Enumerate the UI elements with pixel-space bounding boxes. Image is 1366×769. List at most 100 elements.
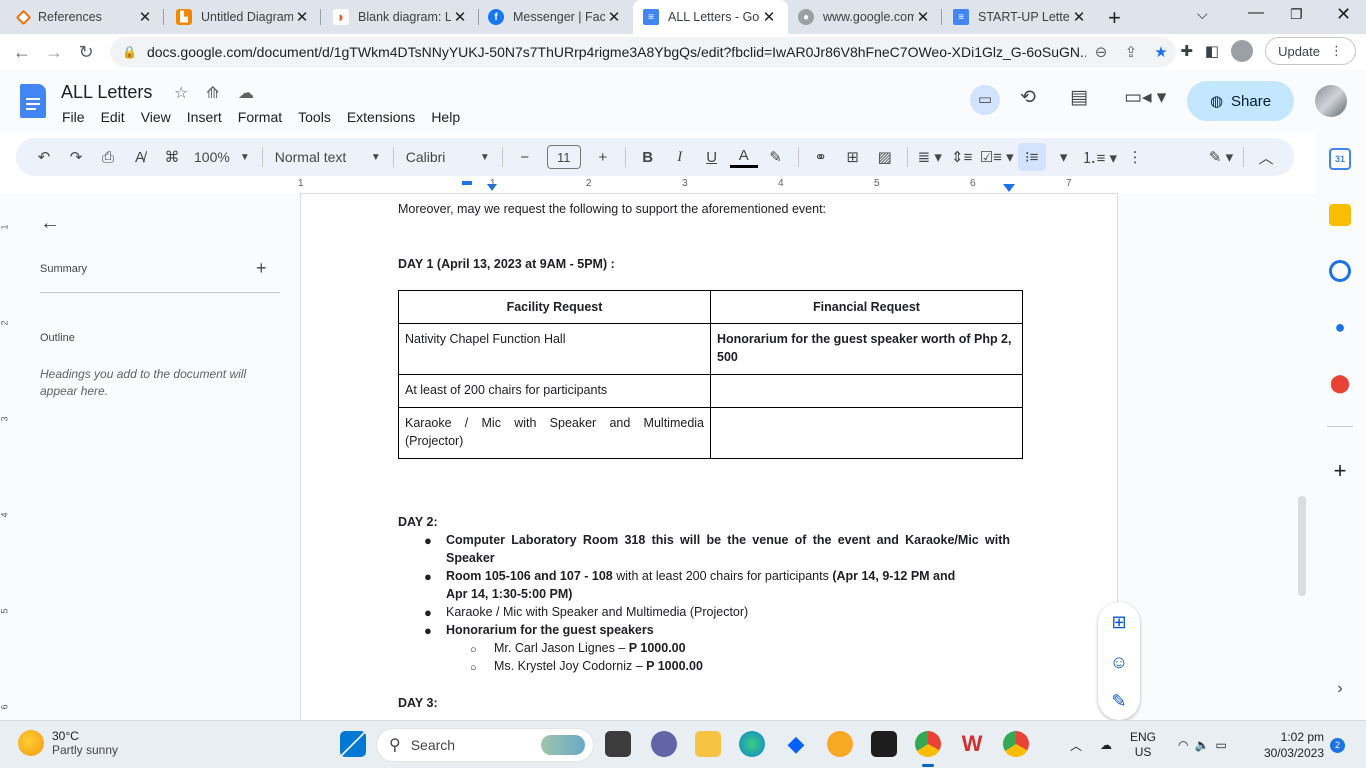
extensions-puzzle-icon[interactable]: ✚ — [1180, 42, 1193, 60]
menu-help[interactable]: Help — [431, 109, 460, 125]
notification-badge[interactable]: 2 — [1330, 738, 1345, 753]
tab-blank-diagram[interactable]: ◗ Blank diagram: Lu ✕ — [323, 0, 479, 34]
undo-icon[interactable]: ↶ — [30, 143, 58, 171]
comments-icon[interactable]: ▤ — [1070, 86, 1088, 109]
decrease-font-icon[interactable]: − — [511, 143, 539, 171]
insert-image-icon[interactable]: ▨ — [871, 143, 899, 171]
font-size-input[interactable]: 11 — [546, 145, 581, 169]
suggest-edits-icon[interactable]: ✎ — [1107, 691, 1131, 715]
bookmark-star-icon[interactable]: ★ — [1146, 43, 1176, 61]
emoji-reaction-icon[interactable]: ☺ — [1107, 652, 1131, 676]
close-icon[interactable]: ✕ — [293, 8, 311, 26]
weather-widget[interactable]: 30°C Partly sunny — [18, 729, 118, 757]
table-header-facility[interactable]: Facility Request — [398, 290, 711, 324]
show-side-panel-chevron-icon[interactable]: › — [1329, 680, 1351, 702]
volume-icon[interactable]: 🔈 — [1195, 738, 1210, 752]
bold-icon[interactable]: B — [634, 143, 662, 171]
add-comment-icon[interactable]: ⊞ — [839, 143, 867, 171]
italic-icon[interactable]: I — [666, 143, 694, 171]
menu-format[interactable]: Format — [238, 109, 282, 125]
meet-video-icon[interactable]: ▭◂ ▾ — [1124, 86, 1166, 109]
profile-avatar[interactable] — [1231, 40, 1254, 62]
zoom-select[interactable]: 100% ▼ — [188, 143, 256, 171]
calendar-icon[interactable]: 31 — [1329, 148, 1351, 170]
onedrive-cloud-icon[interactable]: ☁ — [1100, 738, 1112, 752]
language-indicator[interactable]: ENG US — [1130, 730, 1156, 760]
wifi-icon[interactable]: ◠ — [1178, 738, 1188, 752]
wps-office-icon[interactable]: W — [959, 731, 985, 757]
keep-icon[interactable] — [1329, 204, 1351, 226]
show-hidden-icons-chevron-icon[interactable]: ︿ — [1070, 737, 1082, 754]
restore-icon[interactable]: ❐ — [1290, 6, 1303, 23]
table-header-financial[interactable]: Financial Request — [710, 290, 1023, 324]
file-explorer-icon[interactable] — [695, 731, 721, 757]
docs-logo-icon[interactable] — [20, 84, 46, 118]
close-outline-arrow-icon[interactable]: ← — [40, 212, 60, 235]
windows-start-icon[interactable] — [340, 731, 366, 757]
back-icon[interactable]: ← — [6, 36, 38, 68]
close-icon[interactable]: ✕ — [451, 8, 469, 26]
minimize-icon[interactable]: — — [1248, 4, 1264, 22]
taskbar-search[interactable]: ⚲ Search — [376, 728, 594, 762]
window-close-icon[interactable]: ✕ — [1336, 4, 1351, 25]
chrome-icon[interactable] — [915, 731, 941, 757]
editing-mode-icon[interactable]: ✎ ▾ — [1207, 143, 1235, 171]
new-tab-plus-icon[interactable]: + — [1108, 5, 1121, 31]
document-title[interactable]: ALL Letters — [61, 82, 152, 103]
edge-icon[interactable] — [739, 731, 765, 757]
tasks-icon[interactable] — [1329, 260, 1351, 282]
table-cell[interactable]: Karaoke / Mic with Speaker and Multimedi… — [398, 407, 711, 459]
share-page-icon[interactable]: ⇪ — [1116, 43, 1146, 61]
table-cell[interactable] — [710, 374, 1023, 408]
chrome-profile-icon[interactable] — [1003, 731, 1029, 757]
close-icon[interactable]: ✕ — [1070, 8, 1088, 26]
table-cell[interactable]: Nativity Chapel Function Hall — [398, 323, 711, 375]
close-icon[interactable]: ✕ — [760, 8, 778, 26]
line-spacing-icon[interactable]: ⇕≡ — [948, 143, 976, 171]
version-history-icon[interactable]: ⟲ — [1020, 86, 1036, 109]
reload-icon[interactable]: ↻ — [70, 36, 102, 68]
sticky-app-icon[interactable] — [871, 731, 897, 757]
align-justify-icon[interactable]: ≣ ▾ — [916, 143, 944, 171]
sub-list-item[interactable]: Ms. Krystel Joy Codorniz – P 1000.00 — [494, 659, 703, 673]
account-avatar[interactable] — [1315, 85, 1347, 117]
first-line-indent-marker[interactable] — [462, 181, 472, 185]
get-addons-plus-icon[interactable]: + — [1329, 460, 1351, 482]
spellcheck-icon[interactable]: A̸ — [126, 143, 154, 171]
table-cell[interactable] — [710, 407, 1023, 459]
dropbox-icon[interactable]: ◆ — [783, 731, 809, 757]
horizontal-ruler[interactable]: 1 1 2 3 4 5 6 7 — [298, 178, 1118, 194]
move-to-folder-icon[interactable]: ⟰ — [206, 83, 219, 103]
vertical-scrollbar[interactable] — [1298, 496, 1306, 596]
bulleted-list-icon[interactable]: ⁝≡ — [1017, 143, 1046, 171]
numbered-list-icon[interactable]: ⒈≡ ▾ — [1082, 143, 1117, 171]
url-text[interactable]: docs.google.com/document/d/1gTWkm4DTsNNy… — [147, 44, 1086, 60]
norton-icon[interactable] — [827, 731, 853, 757]
menu-view[interactable]: View — [141, 109, 171, 125]
teams-chat-icon[interactable] — [651, 731, 677, 757]
sub-list-item[interactable]: Mr. Carl Jason Lignes – P 1000.00 — [494, 641, 686, 655]
list-item[interactable]: Room 105-106 and 107 - 108 with at least… — [446, 569, 955, 583]
menu-edit[interactable]: Edit — [101, 109, 125, 125]
day3-heading[interactable]: DAY 3: — [398, 696, 438, 710]
redo-icon[interactable]: ↷ — [62, 143, 90, 171]
clock[interactable]: 1:02 pm 30/03/2023 — [1256, 729, 1324, 761]
list-item[interactable]: Karaoke / Mic with Speaker and Multimedi… — [446, 605, 748, 619]
present-to-meeting-icon[interactable]: ▭ — [970, 85, 1000, 115]
day2-heading[interactable]: DAY 2: — [398, 515, 438, 529]
add-summary-plus-icon[interactable]: + — [256, 258, 267, 279]
menu-tools[interactable]: Tools — [298, 109, 331, 125]
document-page[interactable]: Moreover, may we request the following t… — [300, 194, 1118, 720]
maps-icon[interactable]: ⬤ — [1329, 372, 1351, 394]
close-icon[interactable]: ✕ — [605, 8, 623, 26]
day1-heading[interactable]: DAY 1 (April 13, 2023 at 9AM - 5PM) : — [398, 257, 615, 271]
tab-search-chevron-icon[interactable]: ⌵ — [1197, 6, 1208, 23]
highlight-icon[interactable]: ✎ — [762, 143, 790, 171]
menu-file[interactable]: File — [62, 109, 85, 125]
close-icon[interactable]: ✕ — [136, 8, 154, 26]
menu-insert[interactable]: Insert — [187, 109, 222, 125]
list-item[interactable]: Honorarium for the guest speakers — [446, 623, 654, 637]
forward-icon[interactable]: → — [38, 36, 70, 68]
battery-icon[interactable]: ▭ — [1215, 738, 1226, 752]
request-table[interactable]: Facility Request Financial Request Nativ… — [398, 290, 1023, 459]
